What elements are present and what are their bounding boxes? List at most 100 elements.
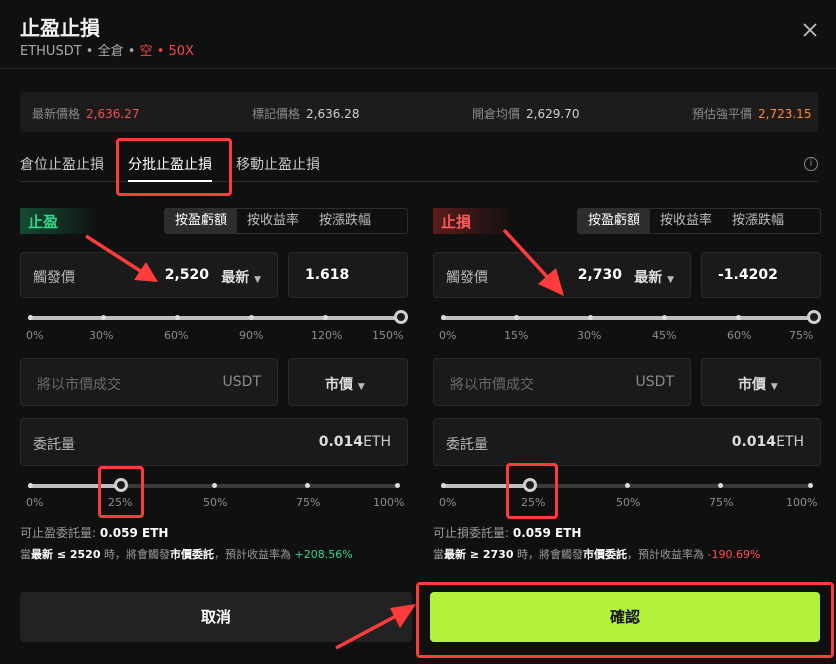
sl-trigger-label: 觸發價 xyxy=(446,270,488,286)
tick-label: 150% xyxy=(372,329,404,342)
annotation-arrow-icon xyxy=(335,604,416,650)
tp-trigger-type-select[interactable]: 最新 ▼ xyxy=(221,267,261,287)
dialog-title: 止盈止損 xyxy=(20,16,100,40)
sl-quantity-field[interactable]: 委託量 0.014 ETH xyxy=(433,418,821,466)
slider-dot xyxy=(212,483,217,488)
tp-available-qty: 可止盈委託量: 0.059 ETH xyxy=(20,524,168,541)
note-text: ，預計收益率為 xyxy=(214,548,295,561)
tp-quantity-field[interactable]: 委託量 0.014 ETH xyxy=(20,418,408,466)
sl-mode-selector: 按盈虧額 按收益率 按漲跌幅 xyxy=(577,208,821,234)
sl-trigger-type-select[interactable]: 最新 ▼ xyxy=(634,267,674,287)
note-text: 時，將會觸發 xyxy=(513,548,583,561)
slider-dot xyxy=(514,315,519,320)
separator: • xyxy=(123,44,140,59)
sl-qty-slider[interactable] xyxy=(441,478,813,492)
slider-dot xyxy=(28,483,33,488)
sl-price-slider-ticks: 0% 15% 30% 45% 60% 75% xyxy=(433,329,823,343)
tab-position-tpsl[interactable]: 倉位止盈止損 xyxy=(20,154,104,174)
entry-price: 開倉均價 2,629.70 xyxy=(472,105,579,122)
tp-mode-price-change[interactable]: 按漲跌幅 xyxy=(309,209,381,233)
tick-label: 75% xyxy=(789,329,814,342)
tick-label: 50% xyxy=(203,496,228,509)
slider-dot xyxy=(101,315,106,320)
tp-qty-slider-ticks: 0% 25% 50% 75% 100% xyxy=(20,496,410,510)
slider-fill xyxy=(441,316,815,320)
highlight-box xyxy=(98,466,144,518)
sl-order-type-label: 市價 xyxy=(738,377,766,393)
tp-order-type-select[interactable]: 市價 ▼ xyxy=(288,358,408,406)
tp-mode-roi[interactable]: 按收益率 xyxy=(237,209,309,233)
sl-price-slider[interactable] xyxy=(441,310,821,324)
highlight-box xyxy=(116,138,232,196)
sl-order-type-select[interactable]: 市價 ▼ xyxy=(701,358,821,406)
sl-trigger-value: 2,730 xyxy=(577,267,622,283)
sl-order-type: 市價 ▼ xyxy=(738,374,778,394)
sl-order-price-field[interactable]: 將以市價成交 USDT xyxy=(433,358,691,406)
sl-mode-roi[interactable]: 按收益率 xyxy=(650,209,722,233)
note-condition: 最新 ≤ 2520 xyxy=(31,548,101,561)
mark-price: 標記價格 2,636.28 xyxy=(252,105,359,122)
slider-track xyxy=(28,478,400,492)
slider-dot xyxy=(323,315,328,320)
tp-qty-slider[interactable] xyxy=(28,478,400,492)
sl-avail-value: 0.059 ETH xyxy=(512,526,582,540)
close-icon[interactable] xyxy=(800,20,820,40)
slider-handle[interactable] xyxy=(807,310,821,324)
liq-price-label: 預估強平價 xyxy=(692,107,753,121)
tp-qty-label: 委託量 xyxy=(33,437,75,453)
tick-label: 60% xyxy=(164,329,189,342)
tp-mode-selector: 按盈虧額 按收益率 按漲跌幅 xyxy=(164,208,408,234)
tp-avail-label: 可止盈委託量: xyxy=(20,526,97,540)
position-subtitle: ETHUSDT • 全倉 • 空 • 50X xyxy=(20,40,194,59)
slider-dot xyxy=(175,315,180,320)
position-side: 空 xyxy=(139,44,153,59)
chevron-down-icon: ▼ xyxy=(770,382,778,392)
entry-price-label: 開倉均價 xyxy=(472,107,521,121)
info-icon[interactable]: i xyxy=(804,157,818,171)
tick-label: 0% xyxy=(26,329,44,342)
tp-pnl-field[interactable]: 1.618 xyxy=(288,252,408,298)
sl-trigger-type-label: 最新 xyxy=(634,270,663,286)
slider-dot xyxy=(808,483,813,488)
slider-track xyxy=(28,310,408,324)
margin-mode: 全倉 xyxy=(97,44,124,59)
note-expected-return: -190.69% xyxy=(707,548,761,561)
sl-pnl-field[interactable]: -1.4202 xyxy=(701,252,821,298)
mark-price-label: 標記價格 xyxy=(252,107,301,121)
symbol: ETHUSDT xyxy=(20,44,82,59)
slider-dot xyxy=(625,483,630,488)
price-summary-bar: 最新價格 2,636.27 標記價格 2,636.28 開倉均價 2,629.70 預… xyxy=(20,92,818,132)
slider-dot xyxy=(249,315,254,320)
sl-qty-value: 0.014 xyxy=(731,434,776,450)
tp-qty-unit: ETH xyxy=(363,434,391,450)
tick-label: 100% xyxy=(786,496,818,509)
tab-trailing-tpsl[interactable]: 移動止盈止損 xyxy=(236,154,320,174)
entry-price-value: 2,629.70 xyxy=(526,107,580,121)
note-condition: 最新 ≥ 2730 xyxy=(444,548,514,561)
sl-mode-price-change[interactable]: 按漲跌幅 xyxy=(722,209,794,233)
leverage: 50X xyxy=(168,44,194,59)
slider-dot xyxy=(588,315,593,320)
tp-order-price-field[interactable]: 將以市價成交 USDT xyxy=(20,358,278,406)
header-divider xyxy=(0,68,836,69)
tp-trigger-value: 2,520 xyxy=(164,267,209,283)
sl-qty-unit: ETH xyxy=(776,434,804,450)
chevron-down-icon: ▼ xyxy=(667,275,674,285)
liquidation-price: 預估強平價 2,723.15 xyxy=(692,105,811,122)
tick-label: 120% xyxy=(311,329,343,342)
slider-dot xyxy=(305,483,310,488)
sl-available-qty: 可止損委託量: 0.059 ETH xyxy=(433,524,581,541)
tp-order-price-placeholder: 將以市價成交 xyxy=(37,377,121,393)
sl-mode-pnl-amount[interactable]: 按盈虧額 xyxy=(578,209,651,233)
tp-mode-pnl-amount[interactable]: 按盈虧額 xyxy=(165,209,238,233)
slider-dot xyxy=(441,483,446,488)
tp-price-slider[interactable] xyxy=(28,310,408,324)
tp-trigger-type-label: 最新 xyxy=(221,270,250,286)
tp-order-type-label: 市價 xyxy=(325,377,353,393)
sl-order-unit: USDT xyxy=(635,374,674,390)
slider-handle[interactable] xyxy=(394,310,408,324)
tick-label: 100% xyxy=(373,496,405,509)
tp-price-slider-ticks: 0% 30% 60% 90% 120% 150% xyxy=(20,329,410,343)
slider-dot xyxy=(718,483,723,488)
annotation-arrow-icon xyxy=(502,228,564,296)
